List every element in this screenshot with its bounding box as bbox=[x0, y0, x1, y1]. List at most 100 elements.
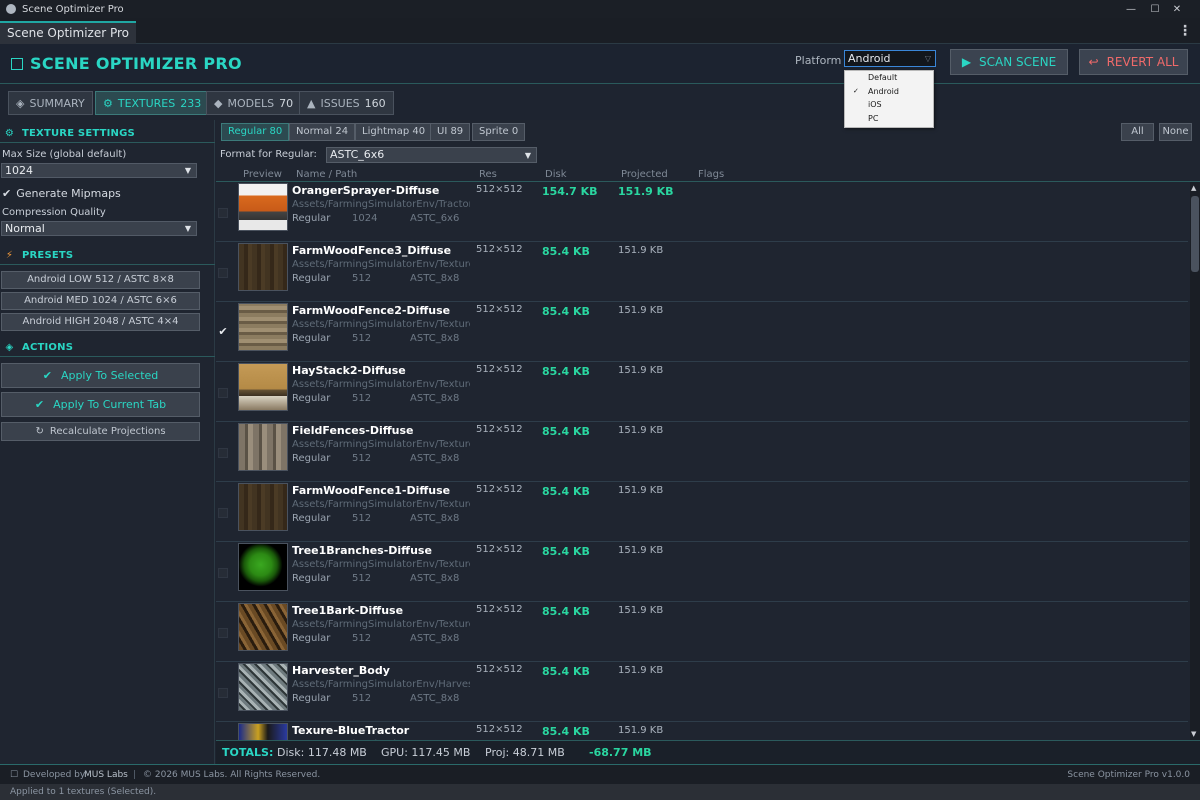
format-select[interactable]: ASTC_6x6 ▼ bbox=[326, 147, 537, 163]
table-row[interactable]: Harvester_Body Assets/FarmingSimulatorEnv… bbox=[216, 662, 1188, 722]
subtab-normal[interactable]: Normal 24 bbox=[289, 123, 356, 141]
texture-type: Regular bbox=[292, 513, 331, 524]
tab-summary[interactable]: ◈ SUMMARY bbox=[8, 91, 93, 115]
platform-select[interactable]: Android ▽ bbox=[844, 50, 936, 67]
select-all-button[interactable]: All bbox=[1121, 123, 1154, 141]
compression-quality-select[interactable]: Normal ▼ bbox=[1, 221, 197, 236]
row-checkbox[interactable] bbox=[218, 568, 228, 578]
texture-preview-thumbnail bbox=[238, 603, 288, 651]
select-none-button[interactable]: None bbox=[1159, 123, 1192, 141]
check-icon: ✓ bbox=[853, 86, 859, 95]
texture-preview-thumbnail bbox=[238, 543, 288, 591]
undo-icon: ↩ bbox=[1088, 55, 1099, 69]
version-text: Scene Optimizer Pro v1.0.0 bbox=[1067, 770, 1190, 780]
vertical-scrollbar[interactable]: ▲ ▼ bbox=[1190, 182, 1200, 740]
texture-projected-size: 151.9 KB bbox=[618, 725, 664, 736]
generate-mipmaps-toggle[interactable]: ✔ Generate Mipmaps bbox=[2, 187, 121, 200]
platform-option-android[interactable]: ✓ Android bbox=[845, 85, 933, 99]
revert-all-button[interactable]: ↩ REVERT ALL bbox=[1079, 49, 1188, 75]
recalculate-projections-button[interactable]: ↻ Recalculate Projections bbox=[1, 422, 200, 441]
close-button[interactable]: ✕ bbox=[1154, 0, 1200, 18]
texture-type: Regular bbox=[292, 273, 331, 284]
texture-resolution: 512×512 bbox=[476, 724, 523, 735]
texture-max-size: 512 bbox=[352, 633, 372, 644]
row-checkbox[interactable] bbox=[218, 268, 228, 278]
window-titlebar: Scene Optimizer Pro bbox=[0, 0, 1200, 18]
texture-disk-size: 85.4 KB bbox=[542, 245, 590, 258]
texture-resolution: 512×512 bbox=[476, 304, 523, 315]
scrollbar-thumb[interactable] bbox=[1191, 196, 1199, 272]
scroll-down-icon[interactable]: ▼ bbox=[1191, 730, 1196, 738]
column-header-projected[interactable]: Projected bbox=[621, 169, 668, 180]
texture-format: ASTC_8x8 bbox=[410, 333, 460, 344]
texture-max-size: 512 bbox=[352, 573, 372, 584]
table-row[interactable]: FieldFences-Diffuse Assets/FarmingSimulat… bbox=[216, 422, 1188, 482]
table-row[interactable]: Tree1Bark-Diffuse Assets/FarmingSimulator… bbox=[216, 602, 1188, 662]
texture-path: Assets/FarmingSimulatorEnv/Textures/T bbox=[292, 619, 470, 630]
texture-max-size: 512 bbox=[352, 513, 372, 524]
texture-name: FieldFences-Diffuse bbox=[292, 424, 414, 437]
row-checkbox[interactable] bbox=[218, 448, 228, 458]
texture-preview-thumbnail bbox=[238, 303, 288, 351]
revert-all-label: REVERT ALL bbox=[1106, 55, 1179, 69]
texture-preview-thumbnail bbox=[238, 663, 288, 711]
row-checkbox[interactable] bbox=[218, 388, 228, 398]
table-row[interactable]: HayStack2-Diffuse Assets/FarmingSimulator… bbox=[216, 362, 1188, 422]
platform-option-pc[interactable]: PC bbox=[845, 112, 933, 126]
texture-preview-thumbnail bbox=[238, 183, 288, 231]
tab-models[interactable]: ◆ MODELS 70 bbox=[206, 91, 302, 115]
subtab-regular[interactable]: Regular 80 bbox=[221, 123, 290, 141]
row-checkbox[interactable] bbox=[218, 508, 228, 518]
texture-format: ASTC_8x8 bbox=[410, 393, 460, 404]
table-row[interactable]: FarmWoodFence1-Diffuse Assets/FarmingSimu… bbox=[216, 482, 1188, 542]
max-size-select[interactable]: 1024 ▼ bbox=[1, 163, 197, 178]
texture-projected-size: 151.9 KB bbox=[618, 485, 664, 496]
diamond-icon: ◈ bbox=[5, 342, 14, 353]
preset-android-high-button[interactable]: Android HIGH 2048 / ASTC 4×4 bbox=[1, 313, 200, 331]
preset-android-med-button[interactable]: Android MED 1024 / ASTC 6×6 bbox=[1, 292, 200, 310]
platform-option-ios[interactable]: iOS bbox=[845, 98, 933, 112]
column-header-disk[interactable]: Disk bbox=[545, 169, 566, 180]
tab-textures[interactable]: ⚙ TEXTURES 233 bbox=[95, 91, 210, 115]
scroll-up-icon[interactable]: ▲ bbox=[1191, 184, 1196, 192]
table-row[interactable]: Tree1Branches-Diffuse Assets/FarmingSimul… bbox=[216, 542, 1188, 602]
row-checkbox[interactable] bbox=[218, 688, 228, 698]
subtab-ui[interactable]: UI 89 bbox=[430, 123, 471, 141]
kebab-menu-icon[interactable]: ⋮ bbox=[1178, 23, 1192, 39]
texture-type: Regular bbox=[292, 333, 331, 344]
table-row[interactable]: Texure-BlueTractorAssets/FarmingSimulato… bbox=[216, 722, 1188, 740]
texture-name: HayStack2-Diffuse bbox=[292, 364, 406, 377]
footer: ☐ Developed by MUS Labs | © 2026 MUS Lab… bbox=[0, 764, 1200, 784]
row-checkbox[interactable] bbox=[218, 208, 228, 218]
texture-name: Harvester_Body bbox=[292, 664, 390, 677]
column-header-name[interactable]: Name / Path bbox=[296, 169, 357, 180]
texture-max-size: 512 bbox=[352, 333, 372, 344]
subtab-lightmap[interactable]: Lightmap 40 bbox=[355, 123, 433, 141]
preset-android-low-button[interactable]: Android LOW 512 / ASTC 8×8 bbox=[1, 271, 200, 289]
subtab-sprite[interactable]: Sprite 0 bbox=[472, 123, 526, 141]
column-header-res[interactable]: Res bbox=[479, 169, 497, 180]
table-row[interactable]: ✔ FarmWoodFence2-Diffuse Assets/FarmingSim… bbox=[216, 302, 1188, 362]
tab-scene-optimizer[interactable]: Scene Optimizer Pro bbox=[0, 21, 136, 44]
table-row[interactable]: OrangerSprayer-Diffuse Assets/FarmingSimu… bbox=[216, 182, 1188, 242]
tab-issues[interactable]: ▲ ISSUES 160 bbox=[299, 91, 394, 115]
row-checkbox[interactable]: ✔ bbox=[218, 326, 228, 338]
apply-to-current-tab-button[interactable]: ✔ Apply To Current Tab bbox=[1, 392, 200, 417]
texture-projected-size: 151.9 KB bbox=[618, 305, 664, 316]
table-row[interactable]: FarmWoodFence3_Diffuse Assets/FarmingSimu… bbox=[216, 242, 1188, 302]
texture-format: ASTC_8x8 bbox=[410, 633, 460, 644]
texture-disk-size: 85.4 KB bbox=[542, 425, 590, 438]
brand-title: SCENE OPTIMIZER PRO bbox=[30, 54, 242, 73]
column-header-preview[interactable]: Preview bbox=[243, 169, 282, 180]
platform-option-default[interactable]: Default bbox=[845, 71, 933, 85]
row-checkbox[interactable] bbox=[218, 628, 228, 638]
gear-icon: ⚙ bbox=[103, 96, 113, 110]
column-header-flags[interactable]: Flags bbox=[698, 169, 724, 180]
scan-scene-button[interactable]: ▶ SCAN SCENE bbox=[950, 49, 1068, 75]
textures-panel: Regular 80 Normal 24 Lightmap 40 UI 89 S… bbox=[216, 120, 1200, 764]
apply-to-selected-button[interactable]: ✔ Apply To Selected bbox=[1, 363, 200, 388]
texture-type: Regular bbox=[292, 693, 331, 704]
texture-name: FarmWoodFence3_Diffuse bbox=[292, 244, 452, 257]
texture-type: Regular bbox=[292, 453, 331, 464]
brand-square-icon bbox=[11, 57, 23, 70]
